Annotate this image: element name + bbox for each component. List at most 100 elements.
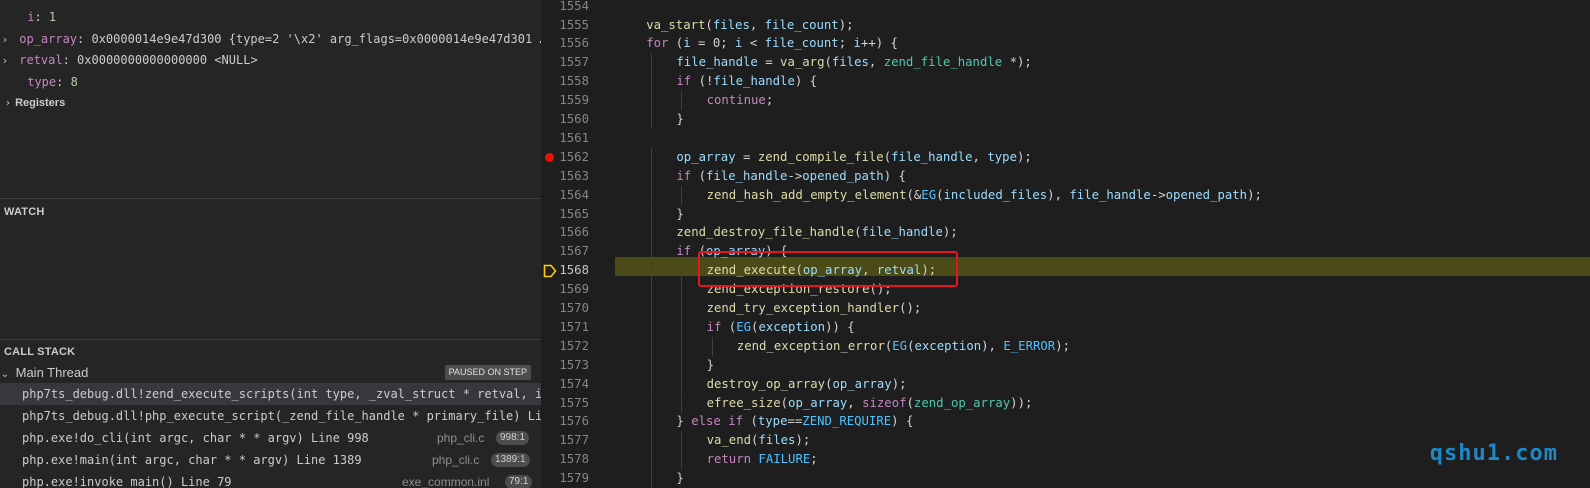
chevron-down-icon[interactable]: ⌄ [0,364,10,385]
variable-row-op-array[interactable]: › op_array: 0x0000014e9e47d300 {type=2 '… [0,29,541,50]
code-line-1564[interactable]: 1564 zend_hash_add_empty_element(&EG(incl… [541,185,1590,205]
code-line-1559[interactable]: 1559 continue; [541,91,1590,110]
code-line-1565[interactable]: 1565} [541,204,1590,224]
section-divider [0,198,541,199]
line-number[interactable]: 1566 [541,223,589,242]
code-line-1558[interactable]: 1558 if (!file_handle) { [541,72,1590,92]
variable-name: op_array [19,32,78,46]
code-text: } [706,357,714,372]
code-line-1562[interactable]: 1562 op_array = zend_compile_file(file_ha… [541,147,1590,167]
code-line-1560[interactable]: 1560} [541,110,1590,129]
code-line-1554[interactable]: 1554 [541,0,1590,16]
code-text: destroy_op_array(op_array); [706,376,907,391]
code-line-1573[interactable]: 1573} [541,355,1590,375]
variable-value: 0x0000014e9e47d300 {type=2 '\x2' arg_fla… [91,32,541,46]
stack-frame-name: php.exe!do_cli(int argc, char * * argv) … [22,431,369,445]
indent-guide [651,336,653,356]
code-line-1566[interactable]: 1566 zend_destroy_file_handle(file_handle… [541,223,1590,243]
chevron-right-icon[interactable]: › [0,29,10,50]
line-number[interactable]: 1558 [541,72,589,91]
code-text: if (EG(exception)) { [706,319,855,334]
line-number[interactable]: 1577 [541,431,589,450]
code-line-1557[interactable]: 1557 file_handle = va_arg(files, zend_fil… [541,53,1590,73]
stack-frame[interactable]: php.exe!invoke_main() Line 79 exe_common… [0,471,541,488]
code-line-1561[interactable]: 1561 [541,129,1590,148]
indent-guide [651,204,653,224]
line-number[interactable]: 1564 [541,186,589,205]
code-line-1563[interactable]: 1563 if (file_handle->opened_path) { [541,166,1590,186]
line-number[interactable]: 1556 [541,34,589,53]
variable-value: 0x0000000000000000 <NULL> [77,53,258,67]
breakpoint-icon[interactable] [545,152,554,162]
line-number[interactable]: 1560 [541,110,589,129]
line-number[interactable]: 1565 [541,205,589,224]
code-text: } [676,112,684,126]
stack-frame-name: php.exe!main(int argc, char * * argv) Li… [22,453,362,467]
indent-guide [681,91,683,110]
code-line-1572[interactable]: 1572 zend_exception_error(EG(exception), … [541,336,1590,356]
stack-frame[interactable]: php.exe!main(int argc, char * * argv) Li… [0,449,541,471]
variable-row-retval[interactable]: › retval: 0x0000000000000000 <NULL> [0,50,541,71]
indent-guide [681,431,683,451]
line-number[interactable]: 1561 [541,129,589,148]
indent-guide [651,110,653,129]
code-line-1571[interactable]: 1571 if (EG(exception)) { [541,317,1590,337]
code-text: for (i = 0; i < file_count; i++) { [646,36,898,51]
thread-main[interactable]: ⌄ Main Thread PAUSED ON STEP [0,362,541,383]
stack-frame-file: php_cli.c [432,453,480,467]
code-text: if (file_handle->opened_path) { [676,168,906,183]
line-number[interactable]: 1576 [541,412,589,431]
code-text: if (!file_handle) { [676,74,818,89]
line-number[interactable]: 1555 [541,16,589,35]
line-number[interactable]: 1573 [541,356,589,375]
code-line-1574[interactable]: 1574 destroy_op_array(op_array); [541,374,1590,394]
annotation-box [698,251,958,287]
code-text: zend_destroy_file_handle(file_handle); [676,225,958,240]
indent-guide [681,450,683,470]
line-number[interactable]: 1579 [541,469,589,488]
chevron-right-icon: › [5,96,11,109]
line-number[interactable]: 1574 [541,375,589,394]
line-number[interactable]: 1554 [541,0,589,16]
indent-guide [651,242,653,262]
stack-frame[interactable]: php7ts_debug.dll!zend_execute_scripts(in… [0,383,541,405]
variable-row-type[interactable]: › type: 8 [0,72,541,93]
line-number[interactable]: 1571 [541,318,589,337]
code-editor[interactable]: 1554 1555 va_start(files, file_count); 1556… [541,0,1590,488]
line-number[interactable]: 1559 [541,91,589,110]
line-number[interactable]: 1575 [541,394,589,413]
line-number[interactable]: 1569 [541,280,589,299]
code-line-1556[interactable]: 1556 for (i = 0; i < file_count; i++) { [541,34,1590,53]
indent-guide [651,393,653,413]
code-text: va_end(files); [706,433,811,448]
debugger-window: › i: 1 › op_array: 0x0000014e9e47d300 {t… [0,0,1590,488]
code-text: } [676,471,684,486]
chevron-right-icon[interactable]: › [0,50,10,71]
code-text: va_start(files, file_count); [646,17,854,32]
indent-guide [651,374,653,394]
line-number[interactable]: 1557 [541,53,589,72]
line-number[interactable]: 1572 [541,337,589,356]
code-line-1579[interactable]: 1579} [541,469,1590,488]
indent-guide [681,374,683,394]
line-number[interactable]: 1578 [541,450,589,469]
stack-frame-line: 79:1 [505,475,533,488]
indent-guide [681,393,683,413]
registers-group[interactable]: › Registers [4,96,65,109]
line-number[interactable]: 1563 [541,167,589,186]
registers-label: Registers [15,97,66,109]
code-line-1555[interactable]: 1555 va_start(files, file_count); [541,16,1590,35]
watch-header[interactable]: WATCH [4,206,45,218]
code-line-1575[interactable]: 1575 efree_size(op_array, sizeof(zend_op_… [541,393,1590,413]
variable-row-i[interactable]: › i: 1 [0,7,541,28]
indent-guide [681,185,683,205]
stack-frame[interactable]: php.exe!do_cli(int argc, char * * argv) … [0,427,541,449]
stack-frame-name: php.exe!invoke_main() Line 79 [22,475,232,488]
callstack-header[interactable]: CALL STACK [4,346,75,358]
stack-frame[interactable]: php7ts_debug.dll!php_execute_script(_zen… [0,405,541,427]
line-number[interactable]: 1567 [541,242,589,261]
stack-frame-file: php_cli.c [437,431,485,445]
code-line-1570[interactable]: 1570 zend_try_exception_handler(); [541,299,1590,318]
line-number[interactable]: 1570 [541,299,589,318]
code-line-1576[interactable]: 1576} else if (type==ZEND_REQUIRE) { [541,412,1590,432]
